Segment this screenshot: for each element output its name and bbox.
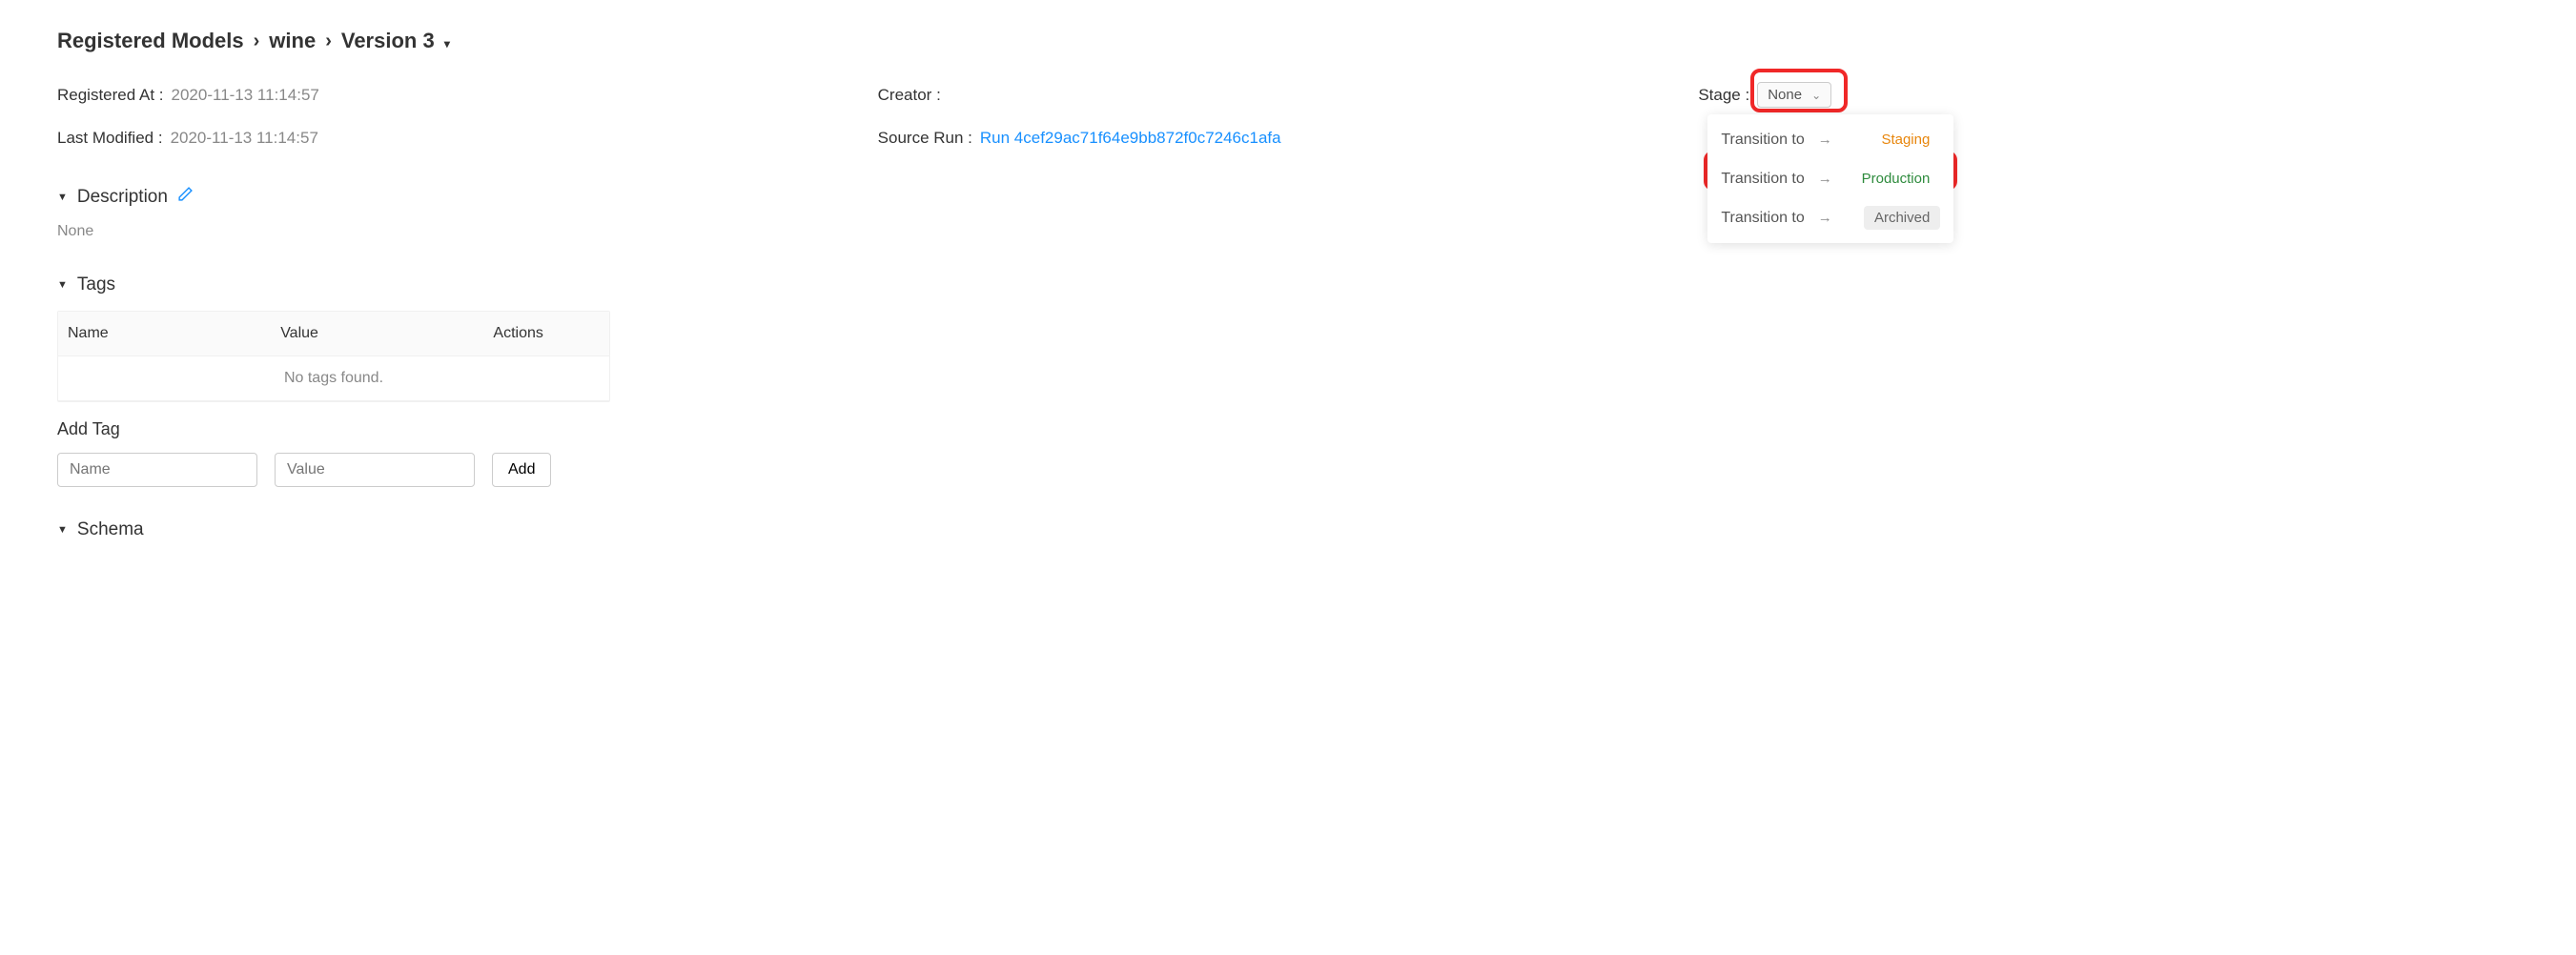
last-modified: Last Modified : 2020-11-13 11:14:57 [57,129,878,148]
source-run: Source Run : Run 4cef29ac71f64e9bb872f0c… [878,129,1699,148]
stage-label: Stage : [1698,86,1749,105]
col-name: Name [68,325,280,342]
collapse-icon[interactable]: ▼ [57,192,68,203]
arrow-right-icon: → [1818,171,1832,187]
caret-down-icon: ▾ [444,37,450,51]
tags-title: Tags [77,274,115,295]
description-title: Description [77,187,168,208]
add-tag-button[interactable]: Add [492,453,551,487]
breadcrumb-registered-models[interactable]: Registered Models [57,29,244,53]
transition-to-archived[interactable]: Transition to → Archived [1707,198,1953,237]
tags-empty-message: No tags found. [58,356,609,401]
tag-name-input[interactable] [57,453,257,487]
staging-badge: Staging [1871,128,1940,152]
registered-at: Registered At : 2020-11-13 11:14:57 [57,82,878,108]
col-value: Value [280,325,493,342]
registered-at-label: Registered At : [57,86,164,105]
chevron-down-icon: ⌄ [1811,89,1821,102]
creator-label: Creator : [878,86,941,105]
schema-title: Schema [77,519,144,540]
stage-dropdown: Transition to → Staging Transition to → … [1707,114,1953,243]
tags-header: ▼ Tags [57,274,2519,295]
add-tag-title: Add Tag [57,419,2519,439]
source-run-label: Source Run : [878,129,972,148]
stage-cell: Stage : None ⌄ Transition to → Staging T… [1698,82,2519,108]
arrow-right-icon: → [1818,132,1832,148]
arrow-right-icon: → [1818,210,1832,226]
collapse-icon[interactable]: ▼ [57,279,68,291]
tag-value-input[interactable] [275,453,475,487]
transition-label: Transition to [1721,171,1804,188]
description-header: ▼ Description [57,186,2519,208]
add-tag-section: Add Tag Add [57,419,2519,487]
breadcrumb: Registered Models › wine › Version 3 ▾ [57,29,2519,53]
source-run-link[interactable]: Run 4cef29ac71f64e9bb872f0c7246c1afa [980,129,1281,148]
chevron-right-icon: › [325,30,332,52]
transition-to-staging[interactable]: Transition to → Staging [1707,120,1953,159]
transition-label: Transition to [1721,132,1804,149]
last-modified-label: Last Modified : [57,129,163,148]
creator: Creator : [878,82,1699,108]
edit-icon[interactable] [177,186,194,208]
last-modified-value: 2020-11-13 11:14:57 [171,129,318,148]
breadcrumb-version[interactable]: Version 3 ▾ [341,29,450,53]
tags-table-header: Name Value Actions [58,312,609,356]
transition-label: Transition to [1721,210,1804,227]
transition-to-production[interactable]: Transition to → Production [1707,159,1953,198]
registered-at-value: 2020-11-13 11:14:57 [172,86,319,105]
production-badge: Production [1851,167,1941,191]
description-value: None [57,223,2519,240]
breadcrumb-version-label: Version 3 [341,29,435,52]
breadcrumb-model[interactable]: wine [269,29,316,53]
stage-select-button[interactable]: None ⌄ [1757,82,1831,108]
schema-header: ▼ Schema [57,519,2519,540]
archived-badge: Archived [1864,206,1940,230]
chevron-right-icon: › [254,30,260,52]
tags-table: Name Value Actions No tags found. [57,311,610,402]
meta-grid: Registered At : 2020-11-13 11:14:57 Crea… [57,82,2519,148]
collapse-icon[interactable]: ▼ [57,524,68,536]
stage-current-value: None [1768,87,1802,103]
col-actions: Actions [493,325,600,342]
